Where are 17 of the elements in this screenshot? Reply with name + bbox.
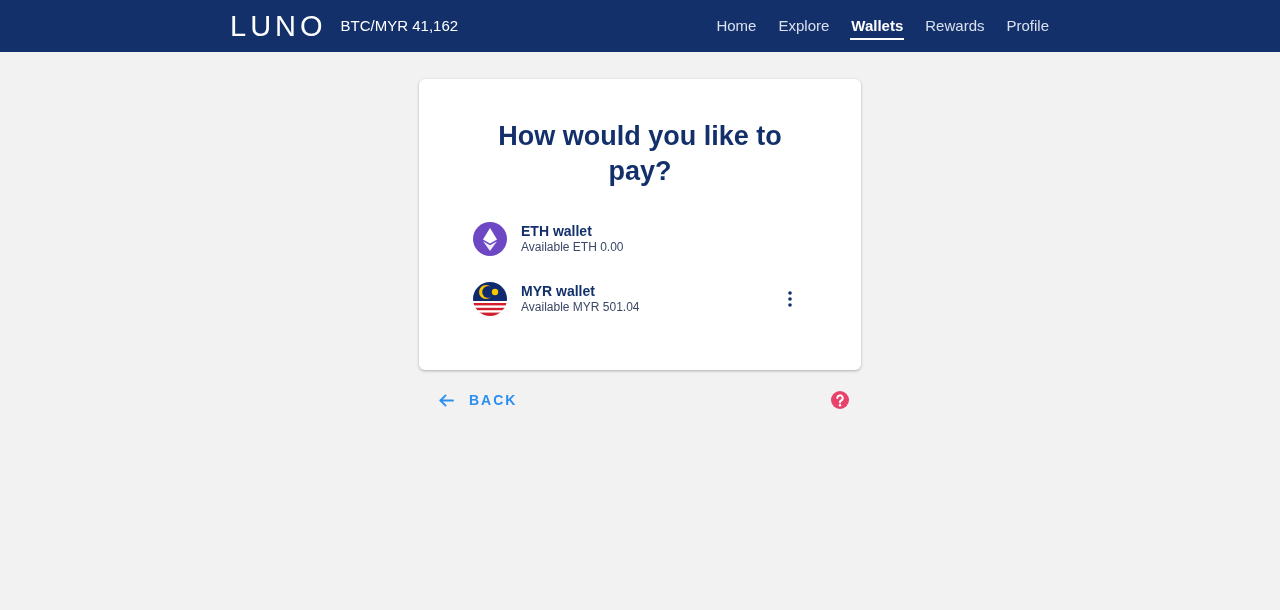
wallet-balance: Available ETH 0.00 bbox=[521, 240, 624, 255]
wallet-name[interactable]: ETH wallet bbox=[521, 223, 592, 240]
nav-tab[interactable]: Wallets bbox=[850, 12, 905, 40]
nav-tab[interactable]: Home bbox=[715, 12, 758, 40]
wallet-balance: Available MYR 501.04 bbox=[521, 300, 640, 315]
arrow-left-icon bbox=[439, 393, 454, 407]
ethereum-icon bbox=[473, 222, 507, 256]
nav-tab[interactable]: Profile bbox=[1005, 12, 1050, 40]
more-options-icon[interactable] bbox=[788, 291, 792, 307]
nav-tab[interactable]: Rewards bbox=[924, 12, 986, 40]
price-ticker: BTC/MYR 41,162 bbox=[340, 17, 459, 35]
page-title: How would you like to pay? bbox=[497, 120, 783, 188]
malaysia-flag-icon bbox=[473, 282, 507, 316]
wallet-name[interactable]: MYR wallet bbox=[521, 283, 595, 300]
nav-tab[interactable]: Explore bbox=[777, 12, 831, 40]
help-icon[interactable] bbox=[831, 391, 849, 409]
logo[interactable]: LUNO bbox=[230, 9, 327, 43]
